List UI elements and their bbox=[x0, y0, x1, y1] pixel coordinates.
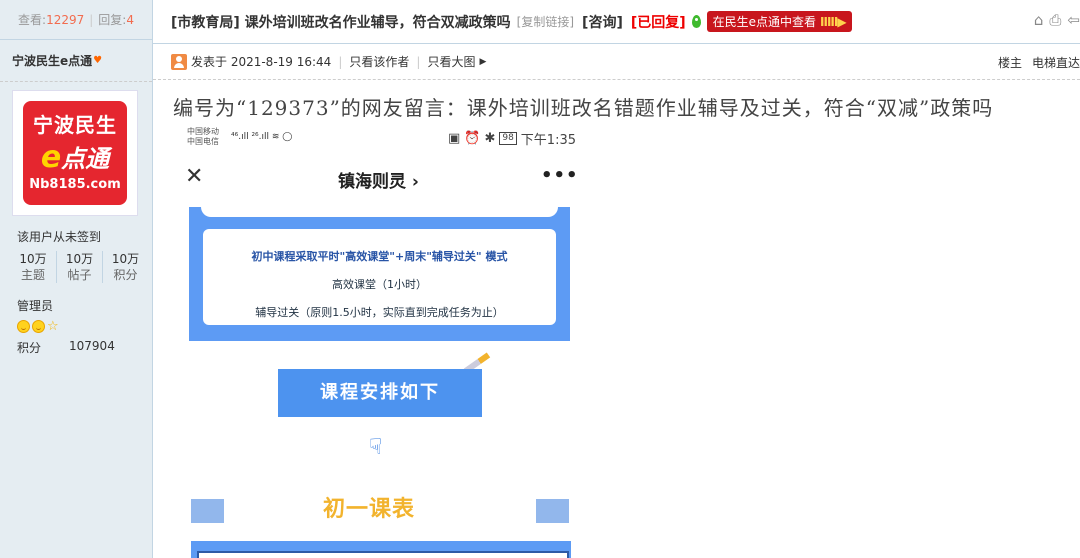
bluetooth-icon: ✱ bbox=[484, 131, 496, 146]
signin-status: 该用户从未签到 bbox=[17, 230, 102, 244]
meta-divider: | bbox=[416, 54, 421, 69]
user-points: 积分 107904 bbox=[17, 339, 152, 356]
smiley-icon bbox=[17, 320, 30, 333]
close-icon: ✕ bbox=[185, 164, 204, 189]
thread-title-bar: [市教育局] 课外培训班改名作业辅导，符合双减政策吗 [复制链接] [咨询] [… bbox=[153, 0, 1080, 44]
views-count: 12297 bbox=[46, 12, 85, 27]
meta-divider: | bbox=[338, 54, 343, 69]
logo-line1: 宁波民生 bbox=[33, 113, 117, 137]
timetable-band bbox=[191, 541, 571, 558]
carrier-1: 中国移动 bbox=[187, 127, 219, 136]
course-mode-line2: 高效课堂（1小时） bbox=[332, 278, 427, 291]
phone-nav-bar: ✕ 镇海则灵 › ••• bbox=[183, 163, 588, 193]
course-mode-line3: 辅导过关（原则1.5小时，实际直到完成任务为止） bbox=[255, 306, 504, 319]
count-label: 主题 bbox=[20, 268, 45, 282]
site-logo: 宁波民生 e点通 Nb8185.com bbox=[23, 101, 127, 205]
only-author-link[interactable]: 只看该作者 bbox=[349, 53, 409, 70]
floor-label: 楼主 bbox=[997, 55, 1022, 70]
star-icon: ☆ bbox=[47, 319, 59, 334]
triangle-right-icon: ▶ bbox=[479, 56, 487, 67]
post-screenshot-image[interactable]: 中国移动 中国电信 ⁴⁶.ıll ²⁶.ıll ≋ ◯ ▣ ⏰ ✱ 98 下午1… bbox=[183, 123, 588, 558]
pointing-hand-icon: ☟ bbox=[369, 435, 383, 460]
post-date: 发表于 2021-8-19 16:44 bbox=[191, 55, 332, 69]
author-name-link[interactable]: 宁波民生e点通 bbox=[12, 52, 92, 69]
course-mode-card: 初中课程采取平时"高效课堂"+周末"辅导过关" 模式 高效课堂（1小时） 辅导过… bbox=[203, 229, 556, 325]
phone-status-bar: 中国移动 中国电信 ⁴⁶.ıll ²⁶.ıll ≋ ◯ ▣ ⏰ ✱ 98 下午1… bbox=[183, 123, 588, 151]
panel-top-tab bbox=[201, 203, 558, 217]
logo-line2-rest: 点通 bbox=[61, 145, 110, 173]
location-pin-icon bbox=[691, 15, 701, 28]
count-value: 10万 bbox=[65, 252, 94, 266]
thread-stats: 查看: 12297 | 回复: 4 bbox=[0, 0, 152, 40]
replies-count: 4 bbox=[126, 12, 134, 27]
user-sidebar: 查看: 12297 | 回复: 4 宁波民生e点通 ♥ 宁波民生 e点通 Nb8… bbox=[0, 0, 153, 558]
logo-line2: e点通 bbox=[23, 139, 127, 175]
course-schedule-banner: 课程安排如下 bbox=[278, 369, 482, 417]
back-icon[interactable]: ⇦ bbox=[1067, 12, 1080, 28]
course-mode-panel: 初中课程采取平时"高效课堂"+周末"辅导过关" 模式 高效课堂（1小时） 辅导过… bbox=[189, 203, 570, 341]
signal-icon: ⁴⁶.ıll ²⁶.ıll ≋ ◯ bbox=[231, 132, 293, 142]
user-online-icon bbox=[171, 53, 187, 70]
carrier-2: 中国电信 bbox=[187, 137, 219, 146]
decor-block-left bbox=[191, 499, 224, 523]
replied-status: [已回复] bbox=[630, 14, 686, 31]
count-threads[interactable]: 10万 主题 bbox=[10, 251, 56, 283]
post-body-text: 编号为“129373”的网友留言：课外培训班改名错题作业辅导及过关，符合“双减”… bbox=[173, 96, 994, 120]
rank-icons: ☆ bbox=[17, 320, 152, 333]
avatar[interactable]: 宁波民生 e点通 Nb8185.com bbox=[12, 90, 138, 216]
floor-controls: 楼主 电梯直达 bbox=[998, 44, 1080, 80]
print-icon[interactable]: ⎙ bbox=[1049, 12, 1061, 28]
decor-block-right bbox=[536, 499, 569, 523]
count-label: 帖子 bbox=[67, 268, 92, 282]
views-label: 查看: bbox=[18, 13, 47, 27]
logo-e: e bbox=[40, 140, 62, 175]
arrow-bars-icon: IIIII▶ bbox=[820, 14, 847, 29]
logo-url: Nb8185.com bbox=[29, 177, 121, 192]
count-label: 积分 bbox=[113, 268, 138, 282]
thread-category-tag[interactable]: [咨询] bbox=[582, 12, 623, 32]
view-in-app-button[interactable]: 在民生e点通中查看 IIIII▶ bbox=[706, 11, 852, 32]
replies-label: 回复: bbox=[98, 13, 127, 27]
top-right-icons: ⌂ ⎙ ⇦ bbox=[1034, 12, 1080, 28]
user-counts: 10万 主题 10万 帖子 10万 积分 bbox=[10, 251, 152, 283]
author-name-row: 宁波民生e点通 ♥ bbox=[0, 40, 152, 82]
points-label: 积分 bbox=[17, 341, 42, 355]
home-icon[interactable]: ⌂ bbox=[1034, 12, 1044, 28]
more-icon: ••• bbox=[541, 165, 579, 186]
user-role[interactable]: 管理员 bbox=[17, 297, 152, 314]
carrier-names: 中国移动 中国电信 bbox=[187, 127, 219, 147]
status-time: 下午1:35 bbox=[520, 133, 576, 148]
elevator-link[interactable]: 电梯直达 bbox=[1032, 54, 1080, 71]
status-right: ▣ ⏰ ✱ 98 下午1:35 bbox=[448, 129, 576, 148]
count-posts[interactable]: 10万 帖子 bbox=[56, 251, 102, 283]
post-main: [市教育局] 课外培训班改名作业辅导，符合双减政策吗 [复制链接] [咨询] [… bbox=[153, 0, 1080, 558]
alarm-icon: ⏰ bbox=[464, 131, 481, 146]
count-value: 10万 bbox=[19, 252, 47, 266]
thread-title: [市教育局] 课外培训班改名作业辅导，符合双减政策吗 bbox=[171, 14, 511, 31]
count-points[interactable]: 10万 积分 bbox=[102, 251, 148, 283]
admin-badge-icon: ♥ bbox=[93, 54, 103, 66]
points-value: 107904 bbox=[69, 339, 115, 353]
stats-divider: | bbox=[89, 12, 94, 27]
hd-icon: ▣ bbox=[447, 131, 461, 146]
copy-link-button[interactable]: [复制链接] bbox=[517, 13, 574, 30]
course-mode-line1: 初中课程采取平时"高效课堂"+周末"辅导过关" 模式 bbox=[251, 250, 508, 263]
smiley-icon bbox=[32, 320, 45, 333]
only-big-image-link[interactable]: 只看大图 bbox=[427, 53, 475, 70]
count-value: 10万 bbox=[111, 252, 140, 266]
account-title: 镇海则灵 › bbox=[338, 172, 419, 192]
battery-icon: 98 bbox=[499, 132, 517, 145]
grade-one-title: 初一课表 bbox=[323, 497, 416, 522]
view-in-app-label: 在民生e点通中查看 bbox=[712, 15, 817, 29]
post-meta: 发表于 2021-8-19 16:44 | 只看该作者 | 只看大图 ▶ 楼主 … bbox=[153, 44, 1080, 80]
